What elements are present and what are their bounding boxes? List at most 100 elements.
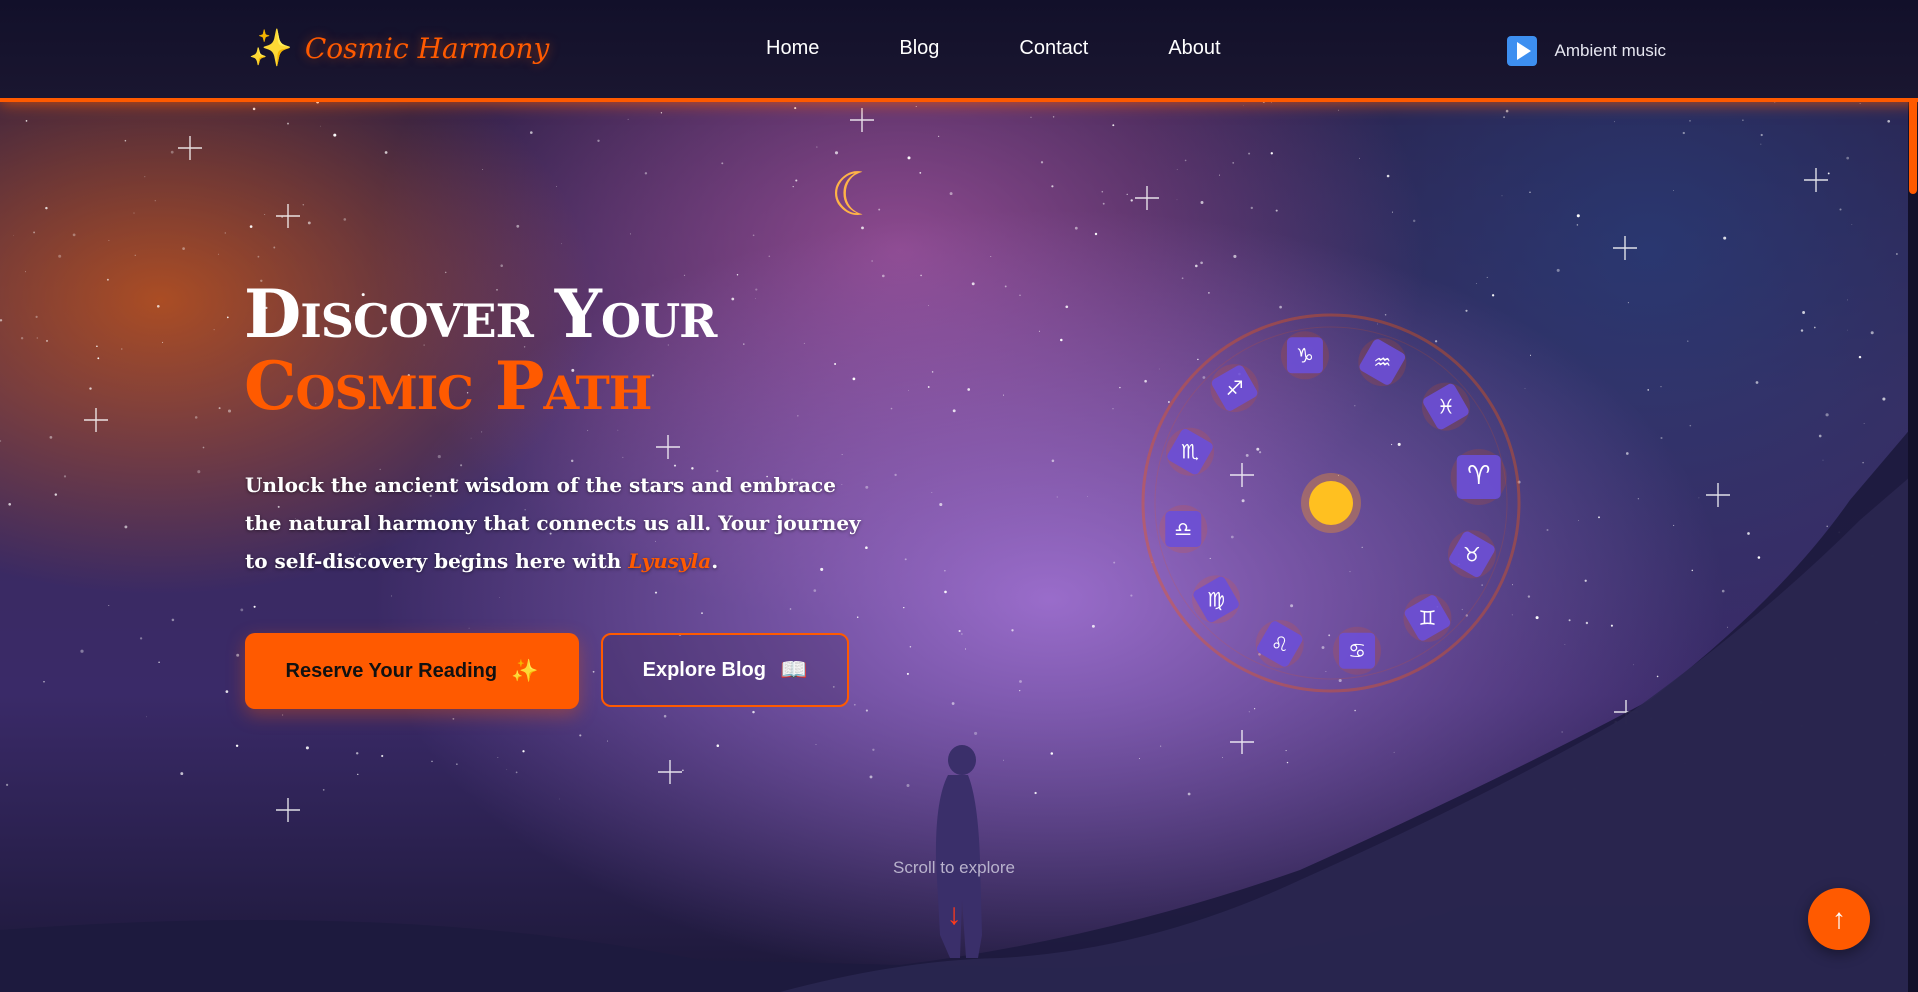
scroll-down-arrow-icon[interactable]: ↓ — [944, 898, 964, 932]
star — [1003, 394, 1004, 396]
zodiac-sign-tile: ♌ — [1255, 619, 1304, 668]
star — [456, 763, 458, 765]
star — [909, 645, 912, 648]
star — [606, 740, 609, 742]
star — [224, 232, 227, 234]
star — [225, 690, 229, 693]
star — [1689, 424, 1692, 427]
star — [961, 633, 963, 635]
star — [629, 233, 631, 235]
star — [1285, 750, 1287, 752]
zodiac-sign-tile: ♑ — [1280, 331, 1329, 380]
site-header: ✨ Cosmic Harmony Home Blog Contact About… — [0, 0, 1918, 102]
star — [1019, 294, 1021, 297]
star — [1660, 386, 1662, 388]
star — [217, 253, 219, 255]
star — [43, 681, 45, 683]
star — [72, 233, 76, 237]
sparkle — [276, 798, 300, 822]
nav-about[interactable]: About — [1168, 37, 1220, 60]
star — [1660, 436, 1663, 440]
star — [1896, 253, 1898, 255]
star — [1858, 355, 1862, 359]
star — [499, 597, 500, 598]
star — [1051, 459, 1055, 463]
star — [240, 608, 244, 612]
star — [1113, 561, 1116, 564]
star — [320, 125, 321, 127]
reserve-reading-button[interactable]: Reserve Your Reading ✨ — [245, 633, 579, 709]
star — [482, 169, 484, 170]
star — [716, 744, 720, 747]
sparkles-icon: ✨ — [248, 27, 293, 68]
star — [437, 455, 441, 459]
explore-blog-button[interactable]: Explore Blog 📖 — [601, 633, 849, 707]
zodiac-sign-glyph: ♐ — [1226, 376, 1244, 400]
nav-blog[interactable]: Blog — [899, 37, 939, 60]
star — [865, 709, 868, 712]
zodiac-sign-glyph: ♎ — [1174, 517, 1192, 541]
zodiac-sign-tile: ♒ — [1358, 338, 1407, 387]
star — [1887, 119, 1891, 123]
brand-name: Lyusyla — [628, 549, 712, 573]
zodiac-wheel: ♈ ♉ ♊ ♋ ♌ ♍ ♎ ♏ ♐ ♑ ♒ ♓ — [1141, 313, 1521, 693]
zodiac-sign-tile: ♓ — [1421, 382, 1470, 431]
star — [25, 271, 26, 273]
zodiac-sign-glyph: ♏ — [1181, 440, 1199, 464]
back-to-top-button[interactable]: ↑ — [1808, 888, 1870, 950]
star — [0, 440, 2, 442]
starfield — [0, 100, 1898, 822]
star — [333, 133, 337, 137]
star — [1757, 556, 1761, 559]
star — [958, 629, 961, 633]
star — [1208, 292, 1210, 294]
star — [1818, 434, 1822, 438]
star — [1243, 105, 1244, 106]
star — [124, 139, 127, 142]
zodiac-sign-glyph: ♈ — [1467, 461, 1490, 491]
star — [1673, 190, 1675, 191]
star — [180, 772, 184, 776]
star — [927, 386, 930, 388]
star — [907, 389, 909, 391]
star — [257, 255, 260, 258]
star — [1004, 285, 1007, 288]
star — [721, 162, 724, 165]
play-icon[interactable] — [1506, 36, 1537, 66]
star — [856, 616, 859, 618]
scrollbar[interactable] — [1908, 0, 1918, 992]
star — [1625, 452, 1629, 455]
star — [1087, 496, 1088, 497]
nav-home[interactable]: Home — [766, 37, 819, 60]
sparkle — [84, 408, 108, 432]
star — [949, 192, 953, 196]
star — [302, 204, 305, 206]
star — [202, 446, 205, 449]
star — [390, 595, 393, 597]
star — [97, 357, 100, 360]
ambient-music-toggle[interactable]: Ambient music — [1506, 36, 1666, 66]
star — [1019, 689, 1021, 692]
star — [134, 254, 136, 256]
star — [965, 648, 966, 650]
zodiac-sign-glyph: ♋ — [1348, 639, 1366, 663]
star — [156, 304, 160, 308]
star — [1184, 159, 1187, 162]
star — [1825, 413, 1829, 417]
logo[interactable]: ✨ Cosmic Harmony — [248, 26, 549, 70]
star — [1870, 331, 1874, 335]
zodiac-sign-tile: ♎ — [1159, 505, 1208, 554]
star — [80, 649, 84, 653]
star — [1546, 529, 1549, 531]
star — [904, 558, 907, 561]
sparkles-icon: ✨ — [511, 658, 539, 683]
star — [1019, 680, 1022, 683]
star — [794, 107, 797, 110]
star — [906, 784, 910, 787]
star — [45, 339, 49, 342]
nav-contact[interactable]: Contact — [1019, 37, 1088, 60]
star — [644, 172, 648, 175]
star — [357, 773, 359, 776]
star — [381, 754, 384, 758]
star — [516, 224, 520, 228]
